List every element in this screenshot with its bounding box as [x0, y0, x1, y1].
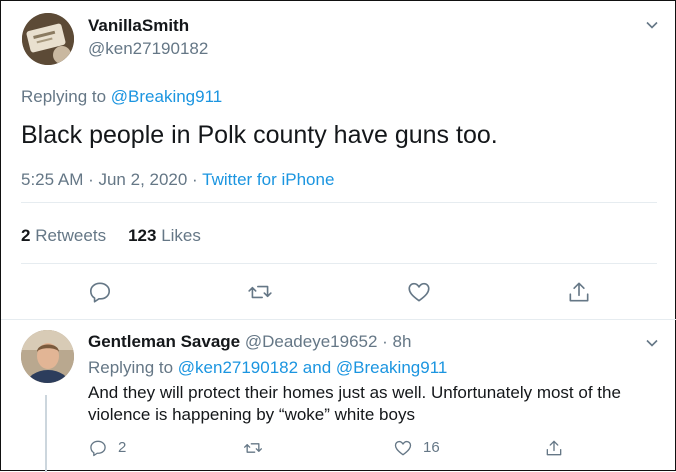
divider [1, 319, 676, 320]
likes-label: Likes [161, 226, 201, 245]
tweet-conversation: VanillaSmith @ken27190182 Replying to @B… [0, 0, 676, 472]
reply-replying-to: Replying to @ken27190182 and @Breaking91… [88, 358, 447, 378]
retweet-icon[interactable] [243, 438, 263, 458]
tweet-stats: 2 Retweets 123 Likes [21, 226, 201, 246]
chevron-down-icon[interactable] [644, 335, 660, 351]
reply-handle-time[interactable]: @Deadeye19652 · 8h [245, 332, 412, 351]
replying-to: Replying to @Breaking911 [21, 87, 222, 107]
display-name[interactable]: VanillaSmith [88, 16, 189, 36]
likes-count: 123 [128, 226, 157, 245]
tweet-meta: 5:25 AM · Jun 2, 2020 · Twitter for iPho… [21, 170, 334, 190]
likes-stat[interactable]: 123 Likes [128, 226, 201, 245]
heart-icon[interactable] [393, 438, 413, 458]
avatar[interactable] [22, 13, 74, 65]
reply-icon[interactable] [88, 438, 108, 458]
heart-icon[interactable] [406, 279, 432, 305]
retweets-stat[interactable]: 2 Retweets [21, 226, 106, 245]
timestamp[interactable]: 5:25 AM · Jun 2, 2020 · [21, 170, 202, 189]
tweet-text: Black people in Polk county have guns to… [21, 121, 498, 149]
like-count: 16 [423, 439, 440, 456]
avatar[interactable] [21, 330, 74, 383]
share-icon[interactable] [566, 279, 592, 305]
source-link[interactable]: Twitter for iPhone [202, 170, 334, 189]
replying-to-link[interactable]: @ken27190182 and @Breaking911 [178, 358, 448, 377]
divider [21, 263, 657, 264]
reply-header: Gentleman Savage @Deadeye19652 · 8h [88, 332, 411, 352]
reply-display-name[interactable]: Gentleman Savage [88, 332, 240, 351]
replying-prefix: Replying to [21, 87, 111, 106]
retweet-icon[interactable] [247, 279, 273, 305]
divider [21, 202, 657, 203]
replying-to-link[interactable]: @Breaking911 [111, 87, 222, 106]
replying-prefix: Replying to [88, 358, 178, 377]
reply-count: 2 [118, 439, 127, 456]
reply-icon[interactable] [87, 279, 113, 305]
retweets-label: Retweets [35, 226, 107, 245]
chevron-down-icon[interactable] [644, 17, 660, 33]
user-handle[interactable]: @ken27190182 [88, 39, 208, 59]
reply-text: And they will protect their homes just a… [88, 383, 621, 424]
thread-line [45, 395, 47, 472]
share-icon[interactable] [544, 438, 564, 458]
retweets-count: 2 [21, 226, 31, 245]
